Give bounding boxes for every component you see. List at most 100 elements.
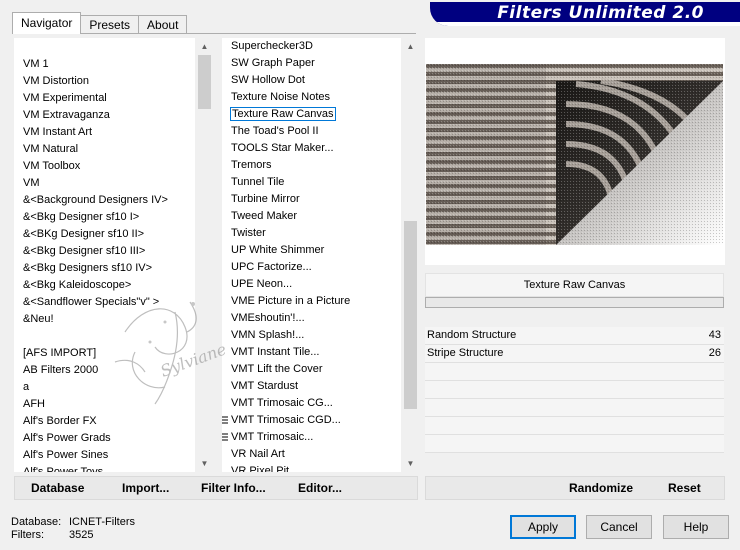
scroll-up-icon[interactable]: ▲ (402, 38, 418, 55)
filter-item[interactable]: VMT Instant Tile... (222, 344, 401, 361)
filter-item[interactable]: VMN Splash!... (222, 327, 401, 344)
filter-item[interactable]: VME Picture in a Picture (222, 293, 401, 310)
category-item[interactable]: VM (14, 175, 195, 192)
filter-item[interactable]: UPC Factorize... (222, 259, 401, 276)
filters-count: 3525 (69, 529, 94, 541)
category-item[interactable]: VM Extravaganza (14, 107, 195, 124)
category-item[interactable]: VM Experimental (14, 90, 195, 107)
parameter-row[interactable]: Stripe Structure 26 (425, 345, 724, 363)
category-item[interactable]: AFH (14, 396, 195, 413)
filter-item[interactable]: TOOLS Star Maker... (222, 140, 401, 157)
category-item[interactable]: AB Filters 2000 (14, 362, 195, 379)
app-title: Filters Unlimited 2.0 (497, 3, 704, 23)
category-item[interactable]: &<Bkg Designer sf10 I> (14, 209, 195, 226)
help-button[interactable]: Help (663, 515, 729, 539)
category-item[interactable]: &<Bkg Designers sf10 IV> (14, 260, 195, 277)
filter-item[interactable]: Turbine Mirror (222, 191, 401, 208)
tab-presets[interactable]: Presets (80, 15, 140, 34)
filter-item[interactable]: SW Graph Paper (222, 55, 401, 72)
filter-item-label: Turbine Mirror (231, 193, 300, 205)
category-item[interactable]: VM Natural (14, 141, 195, 158)
category-item[interactable]: Alf's Power Toys (14, 464, 195, 472)
category-item[interactable]: &<Bkg Designer sf10 III> (14, 243, 195, 260)
filter-item[interactable]: VMT Trimosaic CG... (222, 395, 401, 412)
navigator-toolbar: Database Import... Filter Info... Editor… (14, 476, 418, 500)
cancel-button[interactable]: Cancel (586, 515, 652, 539)
randomize-button[interactable]: Randomize (569, 481, 633, 495)
category-item[interactable]: Alf's Power Grads (14, 430, 195, 447)
filter-item[interactable]: The Toad's Pool II (222, 123, 401, 140)
filter-item[interactable]: Tweed Maker (222, 208, 401, 225)
reset-button[interactable]: Reset (668, 481, 701, 495)
category-item[interactable]: Alf's Power Sines (14, 447, 195, 464)
filter-item[interactable]: UPE Neon... (222, 276, 401, 293)
tab-navigator[interactable]: Navigator (12, 12, 82, 34)
category-item[interactable]: VM Toolbox (14, 158, 195, 175)
filter-item-label: UP White Shimmer (231, 244, 325, 256)
filter-item[interactable]: VMT Lift the Cover (222, 361, 401, 378)
title-banner: Filters Unlimited 2.0 (430, 2, 740, 26)
category-item[interactable]: &<Background Designers IV> (14, 192, 195, 209)
filter-item[interactable]: VR Pixel Pit (222, 463, 401, 472)
category-list[interactable]: VM 1 VM Distortion VM Experimental VM Extra… (14, 38, 212, 472)
category-scroll-thumb[interactable] (198, 55, 211, 109)
filter-item[interactable]: SW Hollow Dot (222, 72, 401, 89)
filter-item-label: Tunnel Tile (231, 176, 285, 188)
filter-item-label: VMT Trimosaic... (231, 431, 314, 443)
filter-item[interactable]: UP White Shimmer (222, 242, 401, 259)
parameter-slider-bar[interactable] (425, 297, 724, 308)
filter-item[interactable]: Twister (222, 225, 401, 242)
category-item[interactable]: VM 1 (14, 56, 195, 73)
editor-button[interactable]: Editor... (298, 481, 342, 495)
scroll-down-icon[interactable]: ▼ (196, 455, 212, 472)
filter-item-label: VR Pixel Pit (231, 465, 290, 472)
filter-scroll-thumb[interactable] (404, 221, 417, 409)
filter-item[interactable]: Tunnel Tile (222, 174, 401, 191)
category-item[interactable]: &<Bkg Kaleidoscope> (14, 277, 195, 294)
filter-toolbar: Randomize Reset (425, 476, 725, 500)
category-item[interactable]: [AFS IMPORT] (14, 345, 195, 362)
filter-item[interactable]: VMT Trimosaic... (222, 429, 401, 446)
filter-item-label: UPE Neon... (231, 278, 293, 290)
filter-item[interactable]: Tremors (222, 157, 401, 174)
category-scrollbar[interactable]: ▲ ▼ (195, 38, 212, 472)
filter-item-label: VR Nail Art (231, 448, 285, 460)
import-button[interactable]: Import... (122, 481, 169, 495)
category-item[interactable]: a (14, 379, 195, 396)
filter-item-label: VMT Lift the Cover (231, 363, 323, 375)
filter-item-label: Tweed Maker (231, 210, 298, 222)
filter-scrollbar[interactable]: ▲ ▼ (401, 38, 418, 472)
filter-item[interactable]: VMT Trimosaic CGD... (222, 412, 401, 429)
parameter-name: Random Structure (427, 329, 517, 341)
category-item[interactable]: &Neu! (14, 311, 195, 328)
category-item[interactable]: VM Distortion (14, 73, 195, 90)
filter-item-label: VMT Stardust (231, 380, 299, 392)
category-item[interactable]: &<BKg Designer sf10 II> (14, 226, 195, 243)
parameter-row-empty (425, 399, 724, 417)
banner-stripe (430, 22, 740, 26)
filter-item[interactable]: VMT Stardust (222, 378, 401, 395)
scroll-down-icon[interactable]: ▼ (402, 455, 418, 472)
parameter-row-empty (425, 417, 724, 435)
filter-item[interactable]: VMEshoutin'!... (222, 310, 401, 327)
filter-items: Superchecker3D SW Graph Paper SW Hollow Do… (222, 38, 401, 472)
database-button[interactable]: Database (31, 481, 84, 495)
filter-item[interactable]: VR Nail Art (222, 446, 401, 463)
category-item[interactable]: &<Sandflower Specials"v" > (14, 294, 195, 311)
filter-item-label: Twister (231, 227, 266, 239)
status-area: Database: ICNET-Filters Filters: 3525 (11, 516, 135, 542)
scroll-up-icon[interactable]: ▲ (196, 38, 212, 55)
filter-item-label: Texture Raw Canvas (230, 107, 336, 121)
category-item[interactable]: VM Instant Art (14, 124, 195, 141)
filter-item[interactable]: Texture Noise Notes (222, 89, 401, 106)
tab-about[interactable]: About (138, 15, 188, 34)
filter-item-selected[interactable]: Texture Raw Canvas (222, 106, 401, 123)
filter-info-button[interactable]: Filter Info... (201, 481, 266, 495)
apply-button[interactable]: Apply (510, 515, 576, 539)
parameter-row[interactable]: Random Structure 43 (425, 327, 724, 345)
filter-list[interactable]: Superchecker3D SW Graph Paper SW Hollow Do… (222, 38, 418, 472)
category-item[interactable]: Alf's Border FX (14, 413, 195, 430)
filter-item[interactable]: Superchecker3D (222, 38, 401, 55)
preview-image (426, 64, 723, 245)
filter-item-label: VMT Instant Tile... (231, 346, 320, 358)
